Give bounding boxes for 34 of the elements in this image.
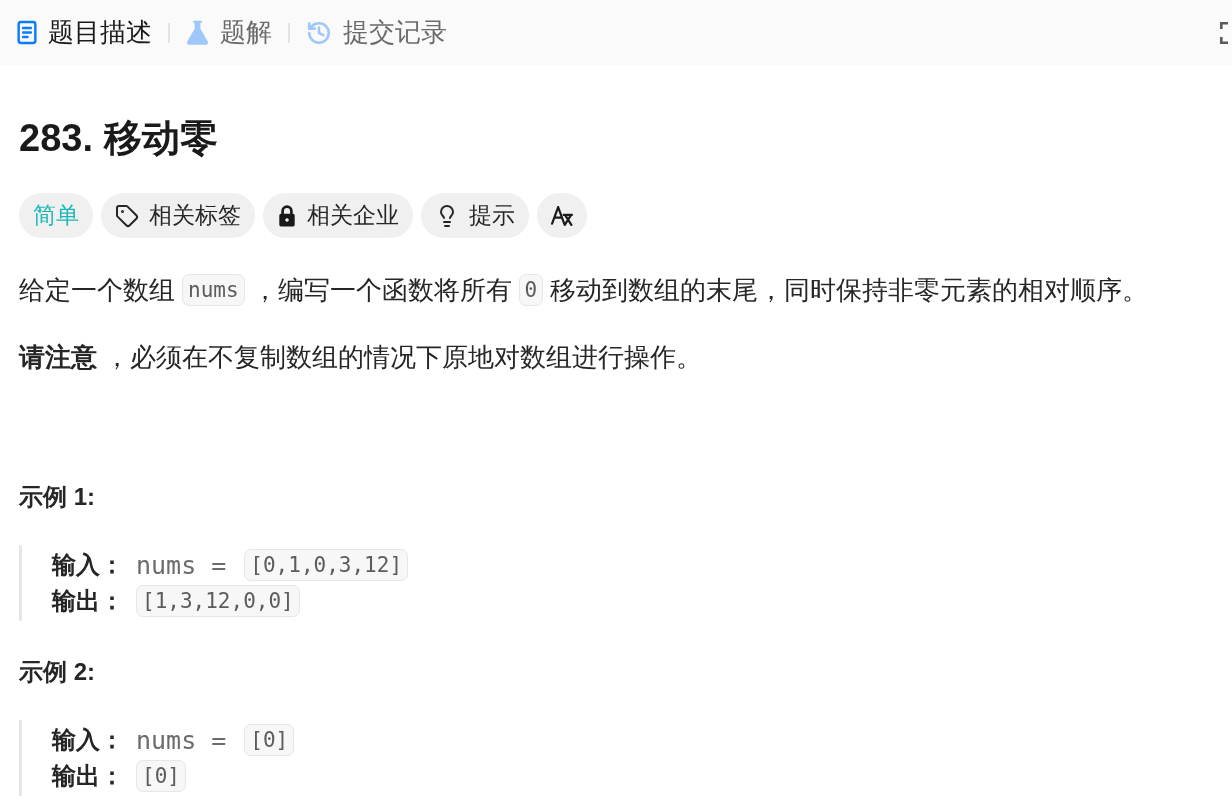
example-variable: nums =	[136, 725, 227, 755]
inline-code: nums	[182, 274, 245, 306]
inline-code: 0	[518, 274, 544, 306]
problem-text: 请注意 ，必须在不复制数组的情况下原地对数组进行操作。	[19, 341, 703, 374]
example-variable: nums =	[136, 550, 227, 580]
problem-text: 移动到数组的末尾，同时保持非零元素的相对顺序。	[550, 274, 1149, 307]
lock-icon	[277, 204, 297, 227]
example-label: 输出：	[52, 761, 124, 791]
code-value: [0]	[136, 760, 186, 792]
translate-icon	[551, 205, 573, 226]
companies-button[interactable]: 相关企业	[263, 193, 413, 238]
translate-button[interactable]	[537, 193, 587, 238]
code-value: [1,3,12,0,0]	[136, 585, 300, 617]
tab[interactable]: 题解	[178, 10, 280, 55]
example-heading: 示例 1:	[19, 482, 95, 512]
hint-button[interactable]: 提示	[421, 193, 529, 238]
tab[interactable]: 提交记录	[298, 10, 455, 55]
tag-icon	[115, 203, 139, 228]
tab[interactable]: 题目描述	[9, 10, 160, 55]
code-value: [0,1,0,3,12]	[244, 549, 409, 581]
problem-text: ，编写一个函数将所有	[251, 274, 512, 307]
code-value: [0]	[244, 724, 295, 756]
fullscreen-icon[interactable]	[1219, 20, 1228, 45]
difficulty-tag: 简单	[19, 193, 93, 238]
example-label: 输入：	[52, 550, 124, 580]
problem-text: 给定一个数组	[19, 274, 175, 307]
example-label: 输入：	[52, 725, 124, 755]
history-icon	[306, 19, 332, 46]
example-label: 输出：	[52, 586, 124, 616]
example-heading: 示例 2:	[19, 657, 95, 687]
problem-title: 283. 移动零	[19, 116, 218, 161]
topics-button[interactable]: 相关标签	[101, 193, 255, 238]
document-icon	[17, 20, 37, 45]
flask-icon	[186, 20, 209, 45]
